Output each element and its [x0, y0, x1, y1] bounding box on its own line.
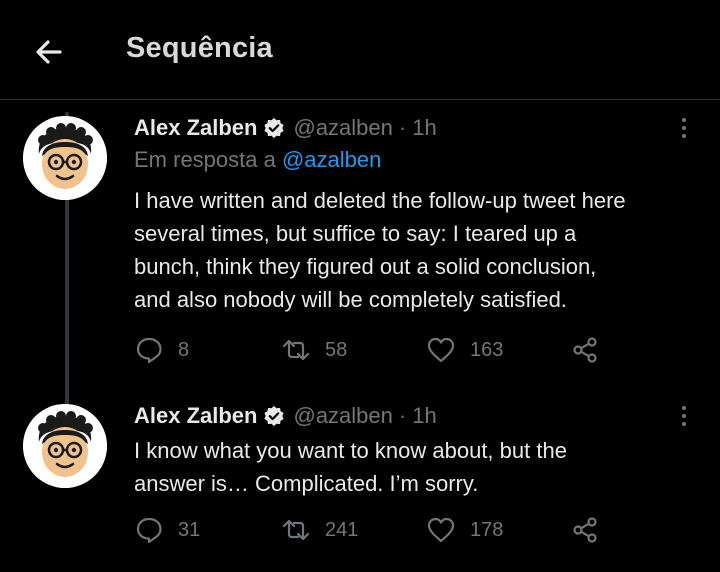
like-button[interactable]: 163: [426, 335, 570, 365]
author-name[interactable]: Alex Zalben: [134, 403, 257, 429]
retweet-icon: [282, 339, 310, 361]
author-row: Alex Zalben @azalben · 1h: [134, 403, 437, 429]
author-handle[interactable]: @azalben: [293, 115, 392, 141]
tweet-actions: 31 241 178: [134, 515, 600, 545]
tweet-text: I have written and deleted the follow-up…: [134, 188, 626, 312]
retweet-count: 58: [325, 338, 348, 361]
page-title: Sequência: [126, 32, 273, 64]
like-icon: [427, 517, 455, 543]
author-handle[interactable]: @azalben: [293, 403, 392, 429]
back-button[interactable]: [30, 32, 70, 72]
verified-badge-icon: [264, 406, 285, 426]
more-options-icon[interactable]: [672, 402, 696, 432]
retweet-count: 241: [325, 518, 359, 541]
retweet-icon: [282, 519, 310, 541]
author-row: Alex Zalben @azalben · 1h: [134, 115, 437, 141]
tweet[interactable]: Alex Zalben @azalben · 1h I know what yo…: [0, 392, 720, 572]
reply-prefix: Em resposta a: [134, 147, 276, 172]
back-arrow-icon: [36, 40, 62, 64]
retweet-button[interactable]: 58: [281, 335, 426, 365]
timestamp[interactable]: 1h: [412, 403, 436, 429]
reply-icon: [136, 517, 162, 544]
top-bar: Sequência: [0, 0, 720, 100]
share-button[interactable]: [570, 515, 600, 545]
like-count: 178: [470, 518, 504, 541]
like-button[interactable]: 178: [426, 515, 570, 545]
share-icon: [573, 337, 597, 363]
share-button[interactable]: [570, 335, 600, 365]
reply-icon: [136, 337, 162, 364]
verified-badge-icon: [264, 118, 285, 138]
like-count: 163: [470, 338, 504, 361]
reply-button[interactable]: 8: [134, 335, 281, 365]
retweet-button[interactable]: 241: [281, 515, 426, 545]
tweet-actions: 8 58 163: [134, 335, 600, 365]
share-icon: [573, 517, 597, 543]
more-options-icon[interactable]: [672, 114, 696, 144]
reply-handle-link[interactable]: @azalben: [282, 147, 381, 172]
tweet[interactable]: Alex Zalben @azalben · 1h Em resposta a …: [0, 100, 720, 390]
avatar[interactable]: [23, 116, 107, 200]
reply-count: 31: [178, 518, 201, 541]
avatar[interactable]: [23, 404, 107, 488]
separator-dot: ·: [398, 403, 407, 428]
tweet-text: I know what you want to know about, but …: [134, 438, 567, 496]
like-icon: [427, 337, 455, 363]
timestamp[interactable]: 1h: [412, 115, 436, 141]
author-name[interactable]: Alex Zalben: [134, 115, 257, 141]
reply-button[interactable]: 31: [134, 515, 281, 545]
replying-to: Em resposta a @azalben: [134, 147, 381, 173]
separator-dot: ·: [398, 115, 407, 140]
reply-count: 8: [178, 338, 190, 361]
